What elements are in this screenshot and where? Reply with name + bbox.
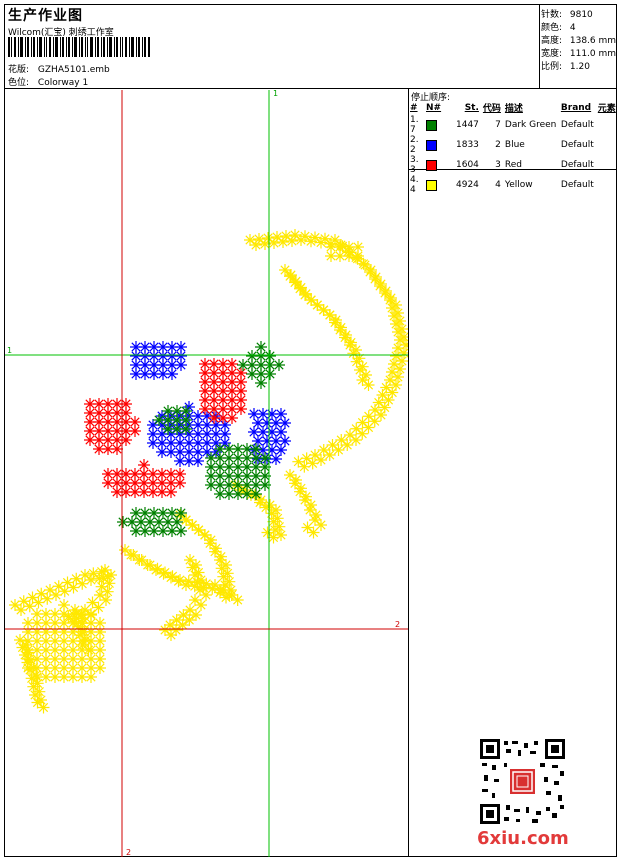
stat-label: 针数:: [541, 10, 563, 20]
stop-brand: Default: [560, 140, 594, 150]
embroidery-preview: 1 1 2 2: [5, 90, 408, 857]
stop-code: 4: [495, 180, 501, 190]
design-file: GZHA5101.emb: [37, 65, 110, 75]
stop-row: 4. 4 4924 4 Yellow Default: [409, 175, 619, 195]
col-desc: 描述: [504, 104, 523, 114]
header-divider: [4, 88, 617, 89]
stat-value: 9810: [569, 10, 593, 20]
stat-height: 高度: 138.6 mm: [541, 33, 616, 46]
stop-sequence-table: # N# St. 代码 描述 Brand 元素 1. 7 1447 7 Dark…: [409, 101, 619, 196]
col-brand: Brand: [560, 102, 592, 113]
axis-red-right-label: 2: [395, 620, 400, 629]
stop-row: 1. 7 1447 7 Dark Green Default: [409, 115, 619, 135]
stop-seq: 4. 4: [410, 175, 419, 195]
stop-swatch-cell: [425, 175, 455, 195]
col-element: 元素: [597, 104, 616, 114]
design-label: 花版:: [8, 65, 30, 75]
col-code: 代码: [482, 104, 501, 114]
stat-label: 比例:: [541, 62, 563, 72]
stop-brand: Default: [560, 120, 594, 130]
stop-swatch-cell: [425, 115, 455, 135]
stop-code: 3: [495, 160, 501, 170]
stop-desc: Yellow: [504, 180, 533, 190]
stop-desc: Blue: [504, 140, 525, 150]
stat-label: 高度:: [541, 36, 563, 46]
design-file-row: 花版: GZHA5101.emb: [8, 62, 110, 75]
stat-colors: 颜色: 4: [541, 20, 576, 33]
watermark-site: 6xiu.com: [477, 828, 569, 849]
col-stitches: St.: [464, 102, 479, 113]
axis-red-bottom-label: 2: [126, 848, 131, 857]
stop-stitches: 1604: [456, 160, 479, 170]
stat-width: 宽度: 111.0 mm: [541, 46, 616, 59]
barcode-icon: [8, 37, 150, 57]
axis-green-left-label: 1: [7, 346, 12, 355]
stop-code: 7: [495, 120, 501, 130]
stop-seq: 3. 3: [410, 155, 419, 175]
stat-scale: 比例: 1.20: [541, 59, 590, 72]
stat-stitches: 针数: 9810: [541, 7, 593, 20]
stop-row: 2. 2 1833 2 Blue Default: [409, 135, 619, 155]
col-needle: N#: [426, 102, 442, 113]
stop-stitches: 4924: [456, 180, 479, 190]
stat-label: 颜色:: [541, 23, 563, 33]
color-swatch: [426, 119, 437, 131]
stop-swatch-cell: [425, 135, 455, 155]
stop-brand: Default: [560, 180, 594, 190]
page-title: 生产作业图: [8, 8, 83, 24]
stats-divider: [539, 4, 540, 88]
stop-sequence-header-row: # N# St. 代码 描述 Brand 元素: [409, 101, 619, 115]
stat-value: 138.6 mm: [569, 36, 617, 46]
color-swatch: [426, 139, 437, 151]
qr-code-icon: [480, 739, 565, 824]
stop-desc: Red: [504, 160, 523, 170]
stop-stitches: 1833: [456, 140, 479, 150]
col-seq: #: [410, 102, 418, 113]
colorway-label: 色位:: [8, 78, 30, 88]
axis-green-top-label: 1: [273, 90, 278, 98]
color-swatch: [426, 179, 437, 191]
stop-desc: Dark Green: [504, 120, 557, 130]
stop-brand: Default: [560, 160, 594, 170]
stop-seq: 1. 7: [410, 115, 419, 135]
color-swatch: [426, 159, 437, 171]
stop-stitches: 1447: [456, 120, 479, 130]
stop-row: 3. 3 1604 3 Red Default: [409, 155, 619, 175]
stat-value: 4: [569, 23, 576, 33]
colorway-row: 色位: Colorway 1: [8, 75, 88, 88]
stat-value: 1.20: [569, 62, 590, 72]
colorway-value: Colorway 1: [37, 78, 89, 88]
legend-divider: [408, 88, 409, 857]
stitch-layer: [9, 229, 408, 714]
stop-swatch-cell: [425, 155, 455, 175]
stat-value: 111.0 mm: [569, 49, 617, 59]
stop-code: 2: [495, 140, 501, 150]
stop-seq: 2. 2: [410, 135, 419, 155]
stat-label: 宽度:: [541, 49, 563, 59]
